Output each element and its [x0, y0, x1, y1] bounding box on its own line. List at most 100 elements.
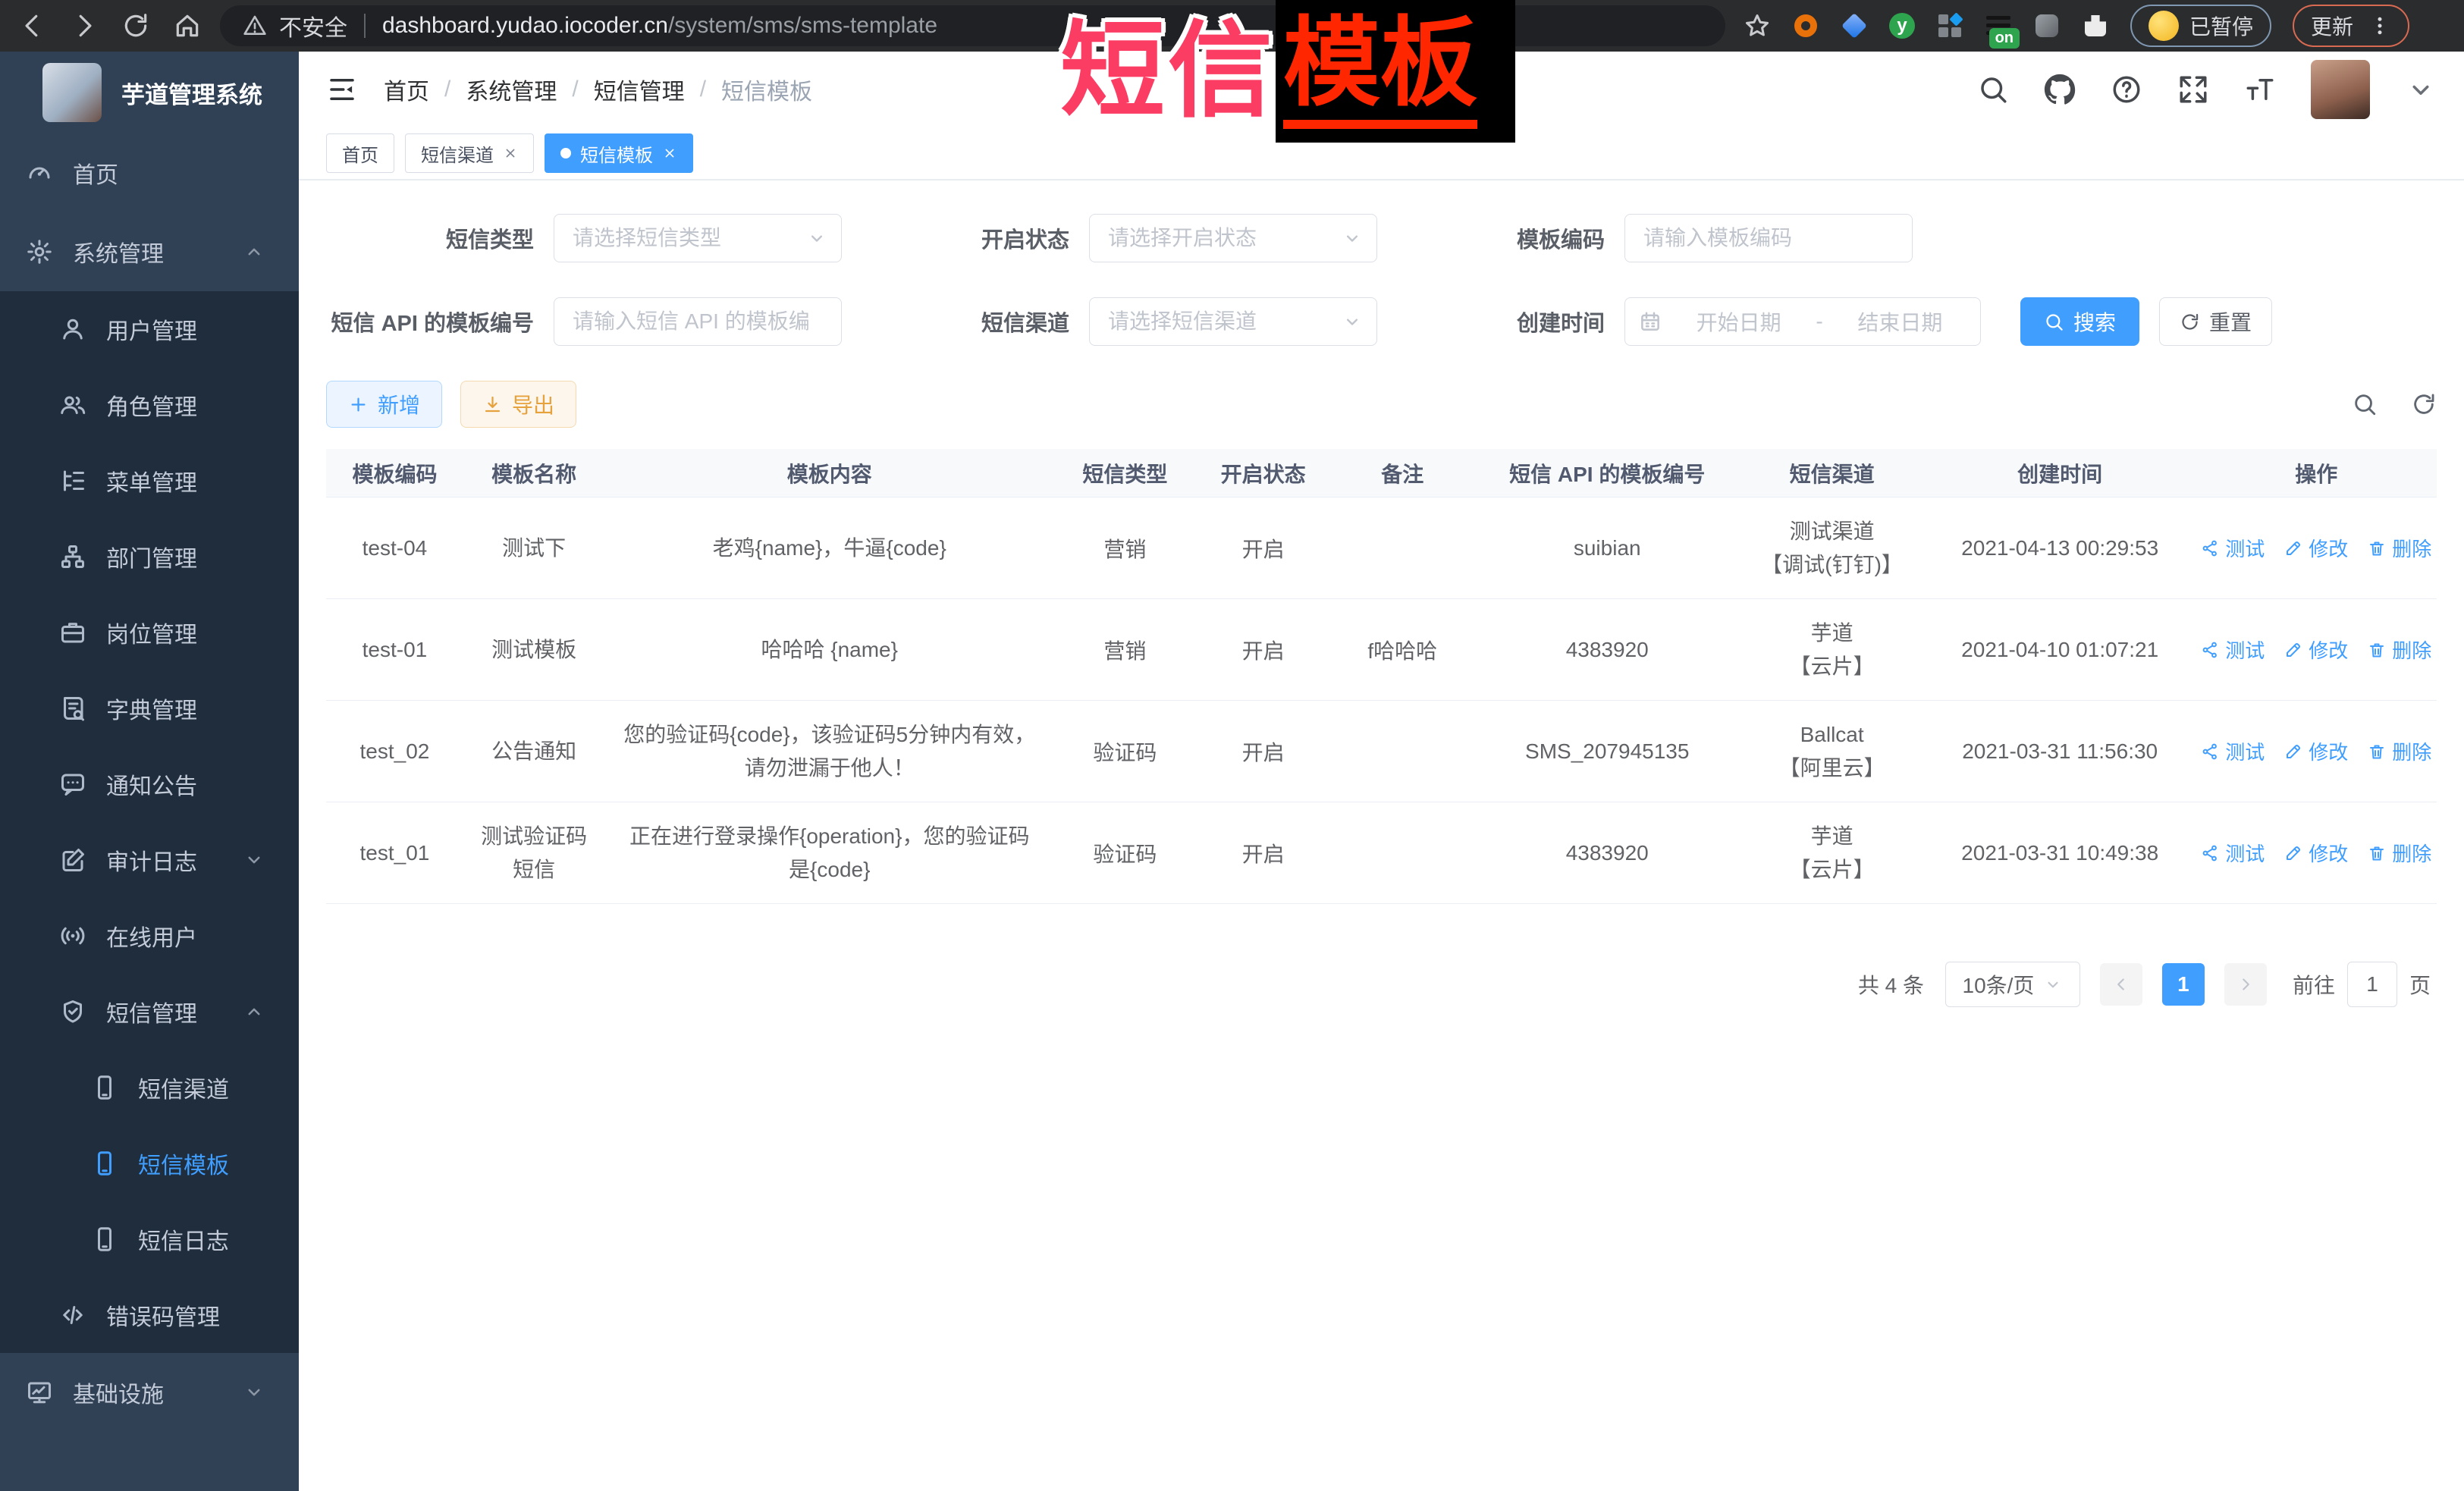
- cell-name: 公告通知: [463, 735, 604, 768]
- sidebar-item-dept-mgmt[interactable]: 部门管理: [0, 519, 299, 595]
- reload-icon[interactable]: [121, 11, 150, 40]
- cell-type: 验证码: [1054, 838, 1195, 868]
- font-size-icon[interactable]: [2244, 74, 2276, 105]
- chrome-update-pill[interactable]: 更新: [2293, 5, 2409, 47]
- extension-y-icon[interactable]: y: [1889, 13, 1915, 39]
- sidebar-item-error-code[interactable]: 错误码管理: [0, 1277, 299, 1353]
- sidebar-item-online-users[interactable]: 在线用户: [0, 898, 299, 974]
- test-link[interactable]: 测试: [2201, 737, 2265, 765]
- sidebar-item-system[interactable]: 系统管理: [0, 212, 299, 291]
- extension-gem-icon[interactable]: [1841, 12, 1868, 39]
- url-domain: dashboard.yudao.iocoder.cn: [382, 13, 668, 38]
- pencil-icon: [2284, 844, 2302, 862]
- template-code-input[interactable]: [1624, 214, 1913, 262]
- mobile-icon: [91, 1074, 118, 1101]
- github-icon[interactable]: [2044, 74, 2076, 105]
- edit-link[interactable]: 修改: [2284, 636, 2348, 664]
- extension-grid-icon[interactable]: [1936, 12, 1963, 39]
- breadcrumb-home[interactable]: 首页: [384, 73, 429, 106]
- edit-link[interactable]: 修改: [2284, 737, 2348, 765]
- breadcrumb-sms[interactable]: 短信管理: [594, 73, 685, 106]
- chevron-down-icon[interactable]: [2405, 74, 2437, 105]
- open-status-select[interactable]: [1089, 214, 1377, 262]
- prev-page-button[interactable]: [2100, 963, 2142, 1006]
- delete-link[interactable]: 删除: [2368, 534, 2431, 562]
- sidebar-item-sms-log[interactable]: 短信日志: [0, 1201, 299, 1277]
- user-icon: [59, 315, 86, 343]
- home-icon[interactable]: [173, 11, 202, 40]
- profile-paused-pill[interactable]: 已暂停: [2130, 5, 2271, 47]
- api-template-id-input[interactable]: [554, 297, 842, 346]
- bookmark-star-icon[interactable]: [1744, 12, 1771, 39]
- tag-sms-template[interactable]: 短信模板: [545, 133, 693, 173]
- cell-type: 营销: [1054, 635, 1195, 665]
- goto-page-input[interactable]: [2347, 962, 2397, 1007]
- table-row: test-01 测试模板 哈哈哈 {name} 营销 开启 f哈哈哈 43839…: [326, 599, 2437, 701]
- sidebar-collapse-icon[interactable]: [326, 74, 358, 105]
- cell-content: 老鸡{name}，牛逼{code}: [604, 532, 1054, 565]
- back-icon[interactable]: [18, 11, 47, 40]
- reset-button[interactable]: 重置: [2159, 297, 2272, 346]
- online-user-icon: [59, 922, 86, 950]
- page-1-button[interactable]: 1: [2162, 963, 2205, 1006]
- search-icon: [2044, 312, 2064, 332]
- cell-created: 2021-03-31 10:49:38: [1924, 841, 2196, 865]
- test-link[interactable]: 测试: [2201, 839, 2265, 867]
- sidebar-item-menu-mgmt[interactable]: 菜单管理: [0, 443, 299, 519]
- add-button[interactable]: 新增: [326, 381, 442, 428]
- fullscreen-icon[interactable]: [2177, 74, 2209, 105]
- cell-name: 测试模板: [463, 633, 604, 667]
- sidebar-item-infra[interactable]: 基础设施: [0, 1353, 299, 1432]
- page-size-select[interactable]: 10条/页: [1945, 962, 2080, 1007]
- close-icon[interactable]: [503, 146, 518, 161]
- sidebar-item-user-mgmt[interactable]: 用户管理: [0, 291, 299, 367]
- menu-dots-icon[interactable]: [2368, 14, 2391, 37]
- help-icon[interactable]: [2111, 74, 2142, 105]
- delete-link[interactable]: 删除: [2368, 737, 2431, 765]
- extension-orange-ring-icon[interactable]: [1792, 12, 1819, 39]
- extension-puzzle-icon[interactable]: [2082, 12, 2109, 39]
- avatar[interactable]: [2311, 60, 2370, 119]
- logo-avatar: [42, 63, 102, 122]
- edit-link[interactable]: 修改: [2284, 839, 2348, 867]
- sidebar-item-role-mgmt[interactable]: 角色管理: [0, 367, 299, 443]
- test-link[interactable]: 测试: [2201, 534, 2265, 562]
- filter-sms-type: 短信类型: [326, 214, 842, 262]
- sidebar-item-sms-template[interactable]: 短信模板: [0, 1125, 299, 1201]
- sidebar-item-sms-mgmt[interactable]: 短信管理: [0, 974, 299, 1050]
- app-title: 芋道管理系统: [121, 76, 262, 110]
- test-link[interactable]: 测试: [2201, 636, 2265, 664]
- search-toggle-icon[interactable]: [2352, 391, 2378, 417]
- delete-link[interactable]: 删除: [2368, 839, 2431, 867]
- tag-home[interactable]: 首页: [326, 133, 394, 173]
- sms-type-select[interactable]: [554, 214, 842, 262]
- delete-link[interactable]: 删除: [2368, 636, 2431, 664]
- next-page-button[interactable]: [2224, 963, 2267, 1006]
- address-bar[interactable]: 不安全 dashboard.yudao.iocoder.cn/system/sm…: [220, 5, 1725, 46]
- edit-link[interactable]: 修改: [2284, 534, 2348, 562]
- profile-avatar: [2149, 11, 2179, 41]
- end-date-placeholder[interactable]: 结束日期: [1834, 306, 1966, 337]
- search-icon[interactable]: [1977, 74, 2009, 105]
- cell-code: test-04: [326, 536, 463, 560]
- sidebar-item-sms-channel[interactable]: 短信渠道: [0, 1050, 299, 1125]
- refresh-icon[interactable]: [2411, 391, 2437, 417]
- extension-lens-icon[interactable]: [2033, 12, 2061, 39]
- export-button[interactable]: 导出: [460, 381, 576, 428]
- sidebar-item-home[interactable]: 首页: [0, 133, 299, 212]
- sms-channel-select[interactable]: [1089, 297, 1377, 346]
- create-time-range[interactable]: 开始日期 - 结束日期: [1624, 297, 1981, 346]
- tag-sms-channel[interactable]: 短信渠道: [405, 133, 534, 173]
- sidebar-item-dict-mgmt[interactable]: 字典管理: [0, 670, 299, 746]
- start-date-placeholder[interactable]: 开始日期: [1672, 306, 1805, 337]
- breadcrumb-system[interactable]: 系统管理: [466, 73, 557, 106]
- menu-tree-icon: [59, 467, 86, 494]
- extension-list-icon[interactable]: on: [1985, 12, 2012, 39]
- forward-icon[interactable]: [70, 11, 99, 40]
- sidebar-item-post-mgmt[interactable]: 岗位管理: [0, 595, 299, 670]
- close-icon[interactable]: [662, 146, 677, 161]
- sidebar-item-audit-log[interactable]: 审计日志: [0, 822, 299, 898]
- sidebar-logo[interactable]: 芋道管理系统: [0, 52, 299, 133]
- sidebar-item-notice[interactable]: 通知公告: [0, 746, 299, 822]
- search-button[interactable]: 搜索: [2020, 297, 2139, 346]
